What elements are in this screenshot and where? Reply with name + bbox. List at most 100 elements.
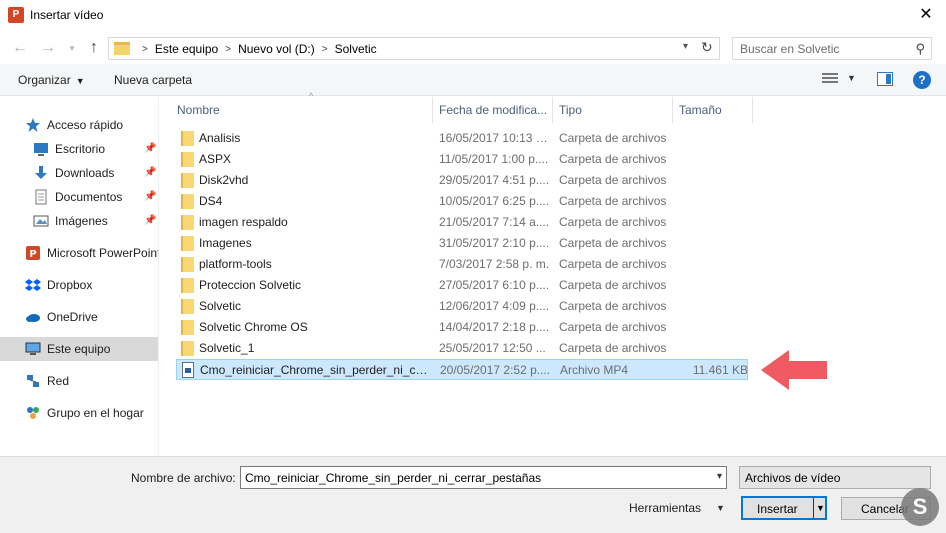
file-type: Archivo MP4 bbox=[560, 363, 629, 377]
table-row[interactable]: platform-tools 7/03/2017 2:58 p. m. Carp… bbox=[176, 254, 748, 275]
navigation-bar: ← → ▾ ↑ > Este equipo > Nuevo vol (D:) >… bbox=[0, 34, 946, 62]
up-arrow-icon: ↑ bbox=[90, 39, 98, 56]
sidebar-item-quick-access[interactable]: Acceso rápido bbox=[0, 113, 158, 137]
file-list: ^ Nombre Fecha de modifica... Tipo Tamañ… bbox=[160, 91, 946, 456]
recent-locations-button[interactable]: ▾ bbox=[62, 38, 82, 58]
view-dropdown-button[interactable]: ▼ bbox=[847, 73, 856, 83]
sidebar-item-label: Escritorio bbox=[55, 142, 106, 156]
title-bar: P Insertar vídeo ✕ bbox=[0, 0, 946, 32]
forward-button[interactable]: → bbox=[38, 38, 58, 58]
folder-icon bbox=[181, 194, 194, 209]
folder-icon bbox=[181, 341, 194, 356]
column-header-label: Nombre bbox=[177, 103, 220, 117]
file-name: Analisis bbox=[199, 131, 241, 145]
filename-value: Cmo_reiniciar_Chrome_sin_perder_ni_cerra… bbox=[245, 471, 542, 485]
table-row[interactable]: ASPX 11/05/2017 1:00 p.... Carpeta de ar… bbox=[176, 149, 748, 170]
svg-text:P: P bbox=[29, 249, 36, 260]
table-row[interactable]: imagen respaldo 21/05/2017 7:14 a.... Ca… bbox=[176, 212, 748, 233]
file-type: Carpeta de archivos bbox=[559, 320, 667, 334]
table-row[interactable]: Proteccion Solvetic 27/05/2017 6:10 p...… bbox=[176, 275, 748, 296]
table-row[interactable]: Solvetic_1 25/05/2017 12:50 ... Carpeta … bbox=[176, 338, 748, 359]
dropbox-icon bbox=[25, 277, 41, 293]
file-name: Imagenes bbox=[199, 236, 252, 250]
file-type: Carpeta de archivos bbox=[559, 152, 667, 166]
column-header-size[interactable]: Tamaño bbox=[673, 97, 753, 123]
sidebar-item-onedrive[interactable]: OneDrive bbox=[0, 305, 158, 329]
breadcrumb-item[interactable]: Este equipo bbox=[155, 42, 218, 56]
table-row-selected[interactable]: Cmo_reiniciar_Chrome_sin_perder_ni_cer..… bbox=[176, 359, 748, 380]
window-title: Insertar vídeo bbox=[30, 8, 104, 22]
view-options-button[interactable] bbox=[822, 73, 838, 86]
file-type: Carpeta de archivos bbox=[559, 173, 667, 187]
refresh-button[interactable]: ↻ bbox=[701, 39, 713, 56]
sidebar-item-images[interactable]: Imágenes 📌 bbox=[0, 209, 158, 233]
search-placeholder: Buscar en Solvetic bbox=[740, 42, 840, 56]
organize-button[interactable]: Organizar ▼ bbox=[18, 73, 85, 87]
folder-icon bbox=[181, 215, 194, 230]
address-bar[interactable]: > Este equipo > Nuevo vol (D:) > Solveti… bbox=[108, 37, 720, 60]
logo-icon: S bbox=[901, 488, 939, 526]
file-type: Carpeta de archivos bbox=[559, 278, 667, 292]
command-toolbar: Organizar ▼ Nueva carpeta ▼ ? bbox=[0, 64, 946, 96]
file-name: DS4 bbox=[199, 194, 223, 208]
filetype-select[interactable]: Archivos de vídeo bbox=[739, 466, 931, 489]
sidebar-item-desktop[interactable]: Escritorio 📌 bbox=[0, 137, 158, 161]
sidebar-item-dropbox[interactable]: Dropbox bbox=[0, 273, 158, 297]
table-row[interactable]: Analisis 16/05/2017 10:13 a... Carpeta d… bbox=[176, 128, 748, 149]
sidebar-item-powerpoint[interactable]: P Microsoft PowerPoint bbox=[0, 241, 158, 265]
pin-icon: 📌 bbox=[144, 167, 157, 178]
folder-icon bbox=[114, 42, 130, 55]
table-row[interactable]: Imagenes 31/05/2017 2:10 p.... Carpeta d… bbox=[176, 233, 748, 254]
breadcrumb-item[interactable]: Nuevo vol (D:) bbox=[238, 42, 315, 56]
search-input[interactable]: Buscar en Solvetic ⚲ bbox=[732, 37, 932, 60]
breadcrumb-item[interactable]: Solvetic bbox=[335, 42, 377, 56]
table-row[interactable]: DS4 10/05/2017 6:25 p.... Carpeta de arc… bbox=[176, 191, 748, 212]
file-name: ASPX bbox=[199, 152, 232, 166]
file-date: 25/05/2017 12:50 ... bbox=[439, 341, 546, 355]
help-button[interactable]: ? bbox=[913, 71, 931, 89]
sidebar-item-label: OneDrive bbox=[47, 310, 98, 324]
back-button[interactable]: ← bbox=[10, 38, 30, 58]
file-size: 11.461 KB bbox=[692, 363, 748, 377]
star-icon bbox=[25, 117, 41, 133]
chevron-right-icon: > bbox=[142, 43, 148, 55]
column-header-date[interactable]: Fecha de modifica... bbox=[433, 97, 553, 123]
folder-icon bbox=[181, 278, 194, 293]
sidebar-item-label: Red bbox=[47, 374, 70, 388]
new-folder-button[interactable]: Nueva carpeta bbox=[114, 73, 192, 87]
preview-pane-button[interactable] bbox=[877, 72, 893, 86]
image-icon bbox=[33, 213, 49, 229]
tools-button[interactable]: Herramientas bbox=[629, 501, 701, 515]
file-date: 27/05/2017 6:10 p.... bbox=[439, 278, 550, 292]
table-row[interactable]: Solvetic 12/06/2017 4:09 p.... Carpeta d… bbox=[176, 296, 748, 317]
chevron-down-icon: ▼ bbox=[75, 76, 85, 86]
file-name: Proteccion Solvetic bbox=[199, 278, 302, 292]
insert-options-button[interactable]: ▼ bbox=[813, 498, 827, 518]
sidebar-item-this-pc[interactable]: Este equipo bbox=[0, 337, 158, 361]
sidebar-item-network[interactable]: Red bbox=[0, 369, 158, 393]
back-arrow-icon: ← bbox=[12, 39, 28, 56]
file-type: Carpeta de archivos bbox=[559, 215, 667, 229]
sidebar-item-homegroup[interactable]: Grupo en el hogar bbox=[0, 401, 158, 425]
close-button[interactable]: ✕ bbox=[906, 0, 946, 30]
insert-label: Insertar bbox=[757, 502, 798, 516]
table-row[interactable]: Disk2vhd 29/05/2017 4:51 p.... Carpeta d… bbox=[176, 170, 748, 191]
file-type: Carpeta de archivos bbox=[559, 299, 667, 313]
filename-input[interactable]: Cmo_reiniciar_Chrome_sin_perder_ni_cerra… bbox=[240, 466, 727, 489]
filename-label: Nombre de archivo: bbox=[131, 471, 236, 485]
file-date: 12/06/2017 4:09 p.... bbox=[439, 299, 550, 313]
chevron-down-icon[interactable]: ▼ bbox=[716, 503, 725, 513]
column-header-type[interactable]: Tipo bbox=[553, 97, 673, 123]
chevron-down-icon[interactable]: ▾ bbox=[717, 471, 722, 482]
column-header-name[interactable]: ^ Nombre bbox=[171, 91, 433, 123]
file-date: 20/05/2017 2:52 p.... bbox=[440, 363, 551, 377]
table-row[interactable]: Solvetic Chrome OS 14/04/2017 2:18 p....… bbox=[176, 317, 748, 338]
insert-button[interactable]: Insertar ▼ bbox=[741, 496, 827, 520]
folder-icon bbox=[181, 320, 194, 335]
file-date: 31/05/2017 2:10 p.... bbox=[439, 236, 550, 250]
sidebar-item-downloads[interactable]: Downloads 📌 bbox=[0, 161, 158, 185]
address-dropdown-button[interactable]: ▾ bbox=[683, 41, 688, 52]
up-button[interactable]: ↑ bbox=[84, 38, 104, 58]
sidebar-item-label: Dropbox bbox=[47, 278, 93, 292]
sidebar-item-documents[interactable]: Documentos 📌 bbox=[0, 185, 158, 209]
